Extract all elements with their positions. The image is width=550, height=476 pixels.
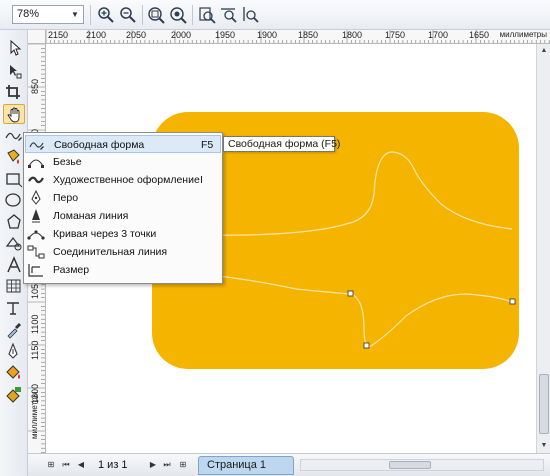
pen-nib-icon xyxy=(27,189,45,206)
zoom-out-icon[interactable] xyxy=(118,5,138,25)
ruler-label: 1150 xyxy=(30,340,40,360)
flyout-item-label: Безье xyxy=(53,156,82,168)
freehand-tool-icon[interactable] xyxy=(3,126,25,146)
ruler-label: 1850 xyxy=(298,30,319,40)
flyout-item-polyline[interactable]: Ломаная линия xyxy=(25,207,221,225)
flyout-item-shortcut: F5 xyxy=(201,139,214,151)
add-page-before-icon[interactable]: ⊞ xyxy=(44,458,58,472)
flyout-item-label: Свободная форма xyxy=(54,139,145,151)
flyout-item-label: Размер xyxy=(53,264,90,276)
flyout-item-pen[interactable]: Перо xyxy=(25,189,221,207)
polygon-tool-icon[interactable] xyxy=(3,212,25,232)
tooltip: Свободная форма (F5) xyxy=(223,136,340,152)
three-point-curve-icon xyxy=(27,226,45,242)
ruler-label: 1900 xyxy=(257,30,278,40)
shape-tool-icon[interactable] xyxy=(3,61,25,81)
ruler-label: 1750 xyxy=(385,30,406,40)
pan-tool-icon[interactable] xyxy=(3,104,25,124)
pick-tool-icon[interactable] xyxy=(3,38,25,58)
outline-tool-icon[interactable] xyxy=(3,341,25,361)
horizontal-ruler[interactable]: 2150 2100 2050 2000 1950 1900 1850 1800 … xyxy=(46,30,550,44)
horizontal-scrollbar[interactable] xyxy=(300,459,544,471)
scroll-up-icon[interactable]: ▲ xyxy=(538,45,550,57)
ruler-label: 850 xyxy=(30,78,40,94)
text-tool-icon[interactable] xyxy=(3,255,25,275)
ruler-label: 2000 xyxy=(171,30,192,40)
fill-tool-icon[interactable] xyxy=(3,362,25,382)
flyout-item-freehand[interactable]: Свободная форма F5 xyxy=(25,135,221,153)
zoom-level-select[interactable]: 78% ▼ xyxy=(12,5,84,24)
page-navigator: ⊞ ⏮ ◀ 1 из 1 ▶ ⏭ ⊞ Страница 1 xyxy=(28,453,550,476)
flyout-item-label: Кривая через 3 точки xyxy=(53,228,157,240)
ruler-label: 1650 xyxy=(469,30,490,40)
toolbar-separator xyxy=(90,5,91,25)
dimension-icon xyxy=(27,262,45,278)
standard-toolbar: 78% ▼ xyxy=(0,0,550,30)
zoom-in-icon[interactable] xyxy=(96,5,116,25)
basic-shapes-tool-icon[interactable] xyxy=(3,233,25,253)
freehand-curve-icon xyxy=(28,137,46,153)
flyout-item-label: Перо xyxy=(53,192,79,204)
rectangle-tool-icon[interactable] xyxy=(3,169,25,189)
chevron-down-icon[interactable]: ▼ xyxy=(69,6,81,23)
curve-node-handle[interactable] xyxy=(509,298,516,305)
ruler-label: 1950 xyxy=(215,30,236,40)
polyline-icon xyxy=(27,208,45,224)
previous-page-icon[interactable]: ◀ xyxy=(74,458,88,472)
ruler-label: 2050 xyxy=(126,30,147,40)
flyout-item-bezier[interactable]: Безье xyxy=(25,153,221,171)
zoom-to-page-icon[interactable] xyxy=(197,5,217,25)
artistic-media-icon xyxy=(27,172,45,188)
ruler-unit: миллиметры xyxy=(497,30,547,40)
flyout-item-shortcut: I xyxy=(200,174,203,186)
next-page-icon[interactable]: ▶ xyxy=(146,458,160,472)
flyout-item-connector[interactable]: Соединительная линия xyxy=(25,243,221,261)
flyout-item-three-point-curve[interactable]: Кривая через 3 точки xyxy=(25,225,221,243)
ruler-label: 2150 xyxy=(48,30,69,40)
ellipse-tool-icon[interactable] xyxy=(3,190,25,210)
flyout-item-label: Ломаная линия xyxy=(53,210,129,222)
bezier-curve-icon xyxy=(27,154,45,170)
ruler-label: 1100 xyxy=(30,314,40,334)
curve-node-handle[interactable] xyxy=(363,342,370,349)
toolbar-separator xyxy=(142,5,143,25)
ruler-label: 1800 xyxy=(342,30,363,40)
toolbar-separator xyxy=(192,5,193,25)
first-page-icon[interactable]: ⏮ xyxy=(59,458,73,472)
add-page-after-icon[interactable]: ⊞ xyxy=(176,458,190,472)
ruler-label: 2100 xyxy=(86,30,107,40)
page-count: 1 из 1 xyxy=(98,459,128,471)
flyout-item-dimension[interactable]: Размер xyxy=(25,261,221,279)
connector-line-icon xyxy=(27,244,45,260)
scroll-thumb[interactable] xyxy=(539,374,549,434)
zoom-to-page-width-icon[interactable] xyxy=(219,5,239,25)
zoom-to-page-height-icon[interactable] xyxy=(241,5,261,25)
scroll-thumb[interactable] xyxy=(389,461,431,469)
flyout-item-label: Художественное оформление xyxy=(53,174,200,186)
eyedropper-tool-icon[interactable] xyxy=(3,319,25,339)
ruler-unit: миллиметры xyxy=(30,391,39,439)
table-tool-icon[interactable] xyxy=(3,276,25,296)
curve-tools-flyout: Свободная форма F5 Безье Художественное … xyxy=(23,132,223,284)
tab-page-1[interactable]: Страница 1 xyxy=(198,456,294,475)
flyout-item-label: Соединительная линия xyxy=(53,246,168,258)
zoom-to-all-objects-icon[interactable] xyxy=(168,5,188,25)
zoom-to-selected-icon[interactable] xyxy=(146,5,166,25)
dimension-tool-icon[interactable] xyxy=(3,298,25,318)
crop-tool-icon[interactable] xyxy=(3,82,25,102)
flyout-item-artistic-media[interactable]: Художественное оформление I xyxy=(25,171,221,189)
vertical-scrollbar[interactable]: ▲ ▼ xyxy=(536,44,550,453)
interactive-fill-tool-icon[interactable] xyxy=(3,384,25,404)
smart-fill-tool-icon[interactable] xyxy=(3,147,25,167)
curve-node-handle[interactable] xyxy=(347,290,354,297)
last-page-icon[interactable]: ⏭ xyxy=(160,458,174,472)
scroll-down-icon[interactable]: ▼ xyxy=(538,440,550,452)
ruler-origin[interactable] xyxy=(28,30,46,44)
ruler-label: 1700 xyxy=(428,30,449,40)
zoom-level-value: 78% xyxy=(17,8,40,20)
